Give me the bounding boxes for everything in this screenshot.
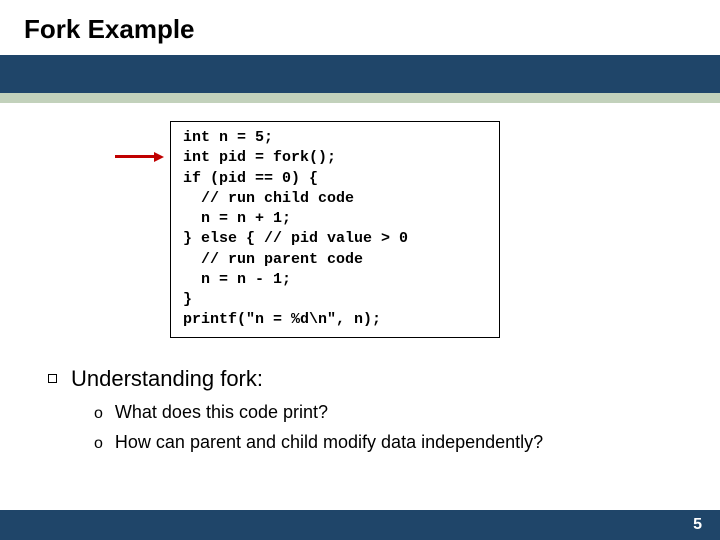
title-area: Fork Example bbox=[0, 0, 720, 55]
circle-bullet-icon: o bbox=[94, 402, 103, 426]
sub-list: o What does this code print? o How can pare… bbox=[94, 402, 680, 456]
pointer-arrow-icon bbox=[115, 148, 164, 166]
list-item-label: Understanding fork: bbox=[71, 366, 263, 392]
list-item-label: How can parent and child modify data ind… bbox=[115, 432, 543, 453]
list-item: o What does this code print? bbox=[94, 402, 680, 426]
bullet-list: Understanding fork: o What does this code… bbox=[48, 366, 680, 456]
list-item-label: What does this code print? bbox=[115, 402, 328, 423]
code-box: int n = 5; int pid = fork(); if (pid == … bbox=[170, 121, 500, 338]
header-green-bar bbox=[0, 93, 720, 103]
square-bullet-icon bbox=[48, 374, 57, 383]
content-area: int n = 5; int pid = fork(); if (pid == … bbox=[0, 103, 720, 456]
list-item: Understanding fork: bbox=[48, 366, 680, 392]
footer-bar: 5 bbox=[0, 510, 720, 540]
slide-title: Fork Example bbox=[24, 14, 696, 45]
code-wrapper: int n = 5; int pid = fork(); if (pid == … bbox=[170, 121, 680, 338]
page-number: 5 bbox=[693, 516, 702, 534]
header-blue-bar bbox=[0, 55, 720, 93]
circle-bullet-icon: o bbox=[94, 432, 103, 456]
list-item: o How can parent and child modify data in… bbox=[94, 432, 680, 456]
